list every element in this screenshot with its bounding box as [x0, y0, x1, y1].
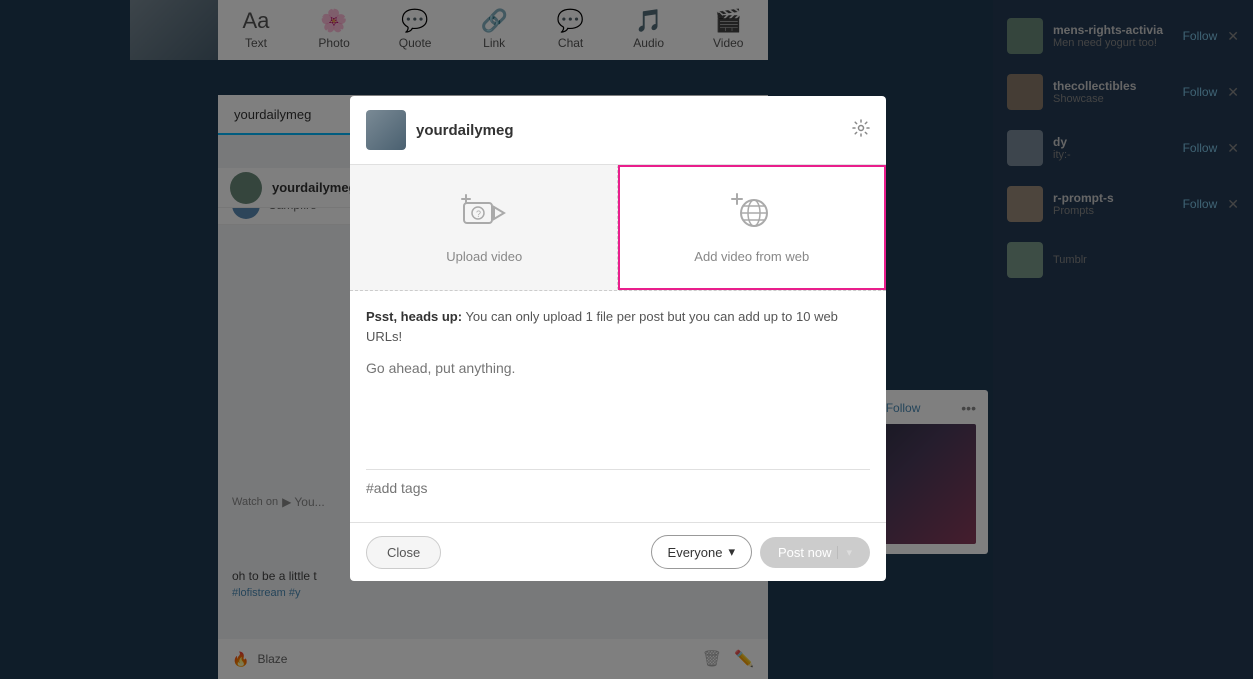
upload-video-label: Upload video — [446, 249, 522, 264]
modal-header: yourdailymeg — [350, 96, 886, 165]
add-web-video-label: Add video from web — [694, 249, 809, 264]
modal-header-left: yourdailymeg — [366, 110, 514, 150]
upload-video-svg: ? — [460, 191, 508, 231]
upload-options: ? Upload video — [350, 165, 886, 291]
post-now-label: Post now — [778, 545, 831, 560]
modal-body: Psst, heads up: You can only upload 1 fi… — [350, 291, 886, 522]
post-now-arrow-icon[interactable]: ▾ — [837, 546, 852, 559]
modal-title: yourdailymeg — [416, 122, 514, 139]
add-web-video-option[interactable]: Add video from web — [618, 165, 887, 290]
svg-text:?: ? — [476, 209, 481, 219]
post-now-button[interactable]: Post now ▾ — [760, 537, 870, 568]
upload-video-icon-wrap: ? — [460, 191, 508, 239]
add-web-video-svg — [728, 191, 776, 231]
notice-text: Psst, heads up: You can only upload 1 fi… — [366, 307, 870, 346]
footer-right: Everyone ▾ Post now ▾ — [651, 535, 870, 569]
everyone-label: Everyone — [668, 545, 723, 560]
divider — [366, 469, 870, 470]
everyone-chevron-icon: ▾ — [728, 544, 735, 560]
post-input[interactable] — [366, 360, 870, 440]
gear-svg — [852, 119, 870, 137]
modal: yourdailymeg ? — [350, 96, 886, 581]
everyone-button[interactable]: Everyone ▾ — [651, 535, 752, 569]
notice-bold: Psst, heads up: — [366, 309, 462, 324]
upload-video-option[interactable]: ? Upload video — [350, 165, 618, 290]
gear-icon[interactable] — [852, 119, 870, 142]
add-web-video-icon-wrap — [728, 191, 776, 239]
modal-footer: Close Everyone ▾ Post now ▾ — [350, 522, 886, 581]
modal-user-avatar — [366, 110, 406, 150]
tags-input[interactable] — [366, 480, 870, 496]
close-button[interactable]: Close — [366, 536, 441, 569]
